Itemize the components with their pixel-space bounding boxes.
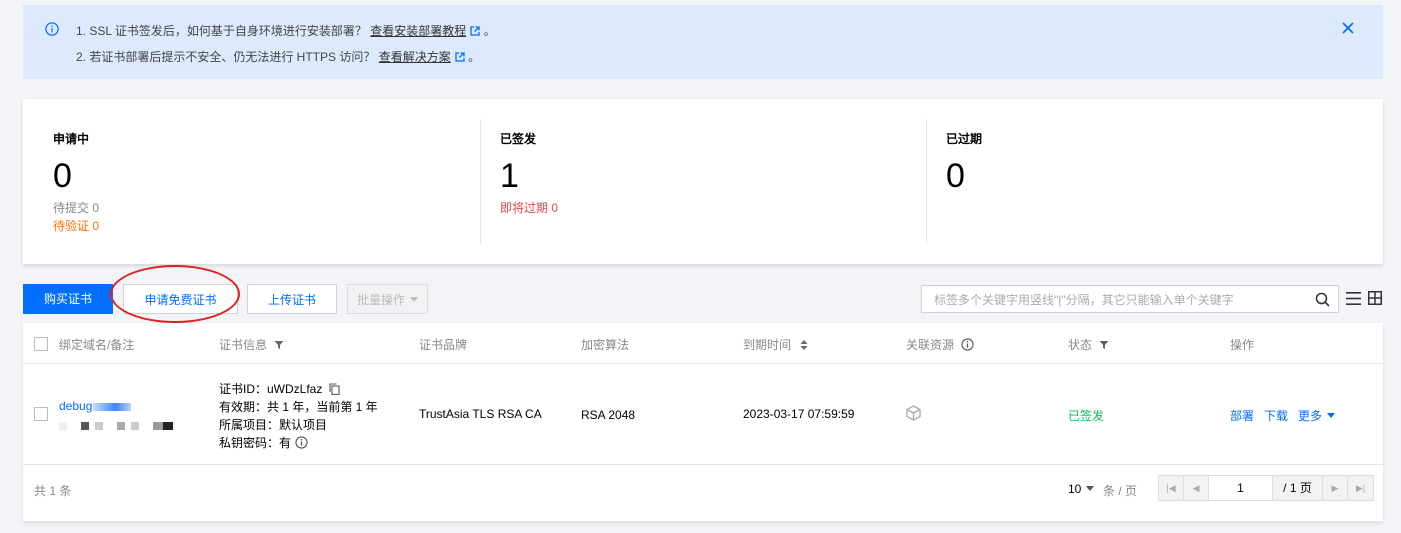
expire-cell: 2023-03-17 07:59:59 <box>743 407 855 421</box>
stat-pending-verify[interactable]: 待验证 0 <box>53 217 99 234</box>
stat-value: 0 <box>53 157 72 195</box>
solution-link[interactable]: 查看解决方案 <box>379 50 451 64</box>
page-input[interactable]: 1 <box>1209 476 1273 500</box>
cert-id: 证书ID：uWDzLfaz <box>219 380 340 397</box>
search-input[interactable] <box>932 291 1306 309</box>
batch-operation-dropdown[interactable]: 批量操作 <box>347 284 428 314</box>
select-all-checkbox[interactable] <box>34 337 48 351</box>
header-domain: 绑定域名/备注 <box>59 338 135 352</box>
more-dropdown[interactable]: 更多 <box>1298 409 1336 423</box>
close-icon[interactable] <box>1341 21 1355 35</box>
domain-cell: debug <box>59 399 132 413</box>
total-pages: / 1 页 <box>1273 476 1323 500</box>
notice-line-2: 2. 若证书部署后提示不安全、仍无法进行 HTTPS 访问？ 查看解决方案 。 <box>76 50 481 64</box>
notice-banner: 1. SSL 证书签发后，如何基于自身环境进行安装部署？ 查看安装部署教程 。 … <box>23 5 1383 79</box>
caret-down-icon <box>410 297 418 302</box>
stat-value: 0 <box>946 157 965 195</box>
next-page-button[interactable]: ▶ <box>1323 476 1348 500</box>
total-count: 共 1 条 <box>34 484 72 498</box>
stat-title: 已签发 <box>500 132 537 146</box>
grid-view-icon[interactable] <box>1368 291 1382 305</box>
download-link[interactable]: 下载 <box>1264 409 1288 423</box>
upload-certificate-button[interactable]: 上传证书 <box>247 284 337 314</box>
brand-cell: TrustAsia TLS RSA CA <box>419 407 542 421</box>
deploy-link[interactable]: 部署 <box>1230 409 1254 423</box>
prev-page-button[interactable]: ◀ <box>1184 476 1209 500</box>
stat-title: 申请中 <box>53 132 90 146</box>
redacted-block <box>93 402 132 411</box>
caret-down-icon <box>1086 486 1095 491</box>
header-algorithm: 加密算法 <box>581 338 630 352</box>
remark-cell <box>59 418 173 432</box>
header-status[interactable]: 状态 <box>1068 336 1109 353</box>
last-page-button[interactable]: ▶| <box>1348 476 1373 500</box>
per-page-label: 条 / 页 <box>1103 484 1138 498</box>
cert-private-key: 私钥密码：有 <box>219 434 308 451</box>
pagination: |◀ ◀ 1 / 1 页 ▶ ▶| <box>1158 475 1374 501</box>
stat-expiring-soon[interactable]: 即将过期 0 <box>500 199 558 216</box>
info-icon[interactable] <box>961 338 974 351</box>
filter-icon[interactable] <box>1099 340 1109 350</box>
stat-pending-submit[interactable]: 待提交 0 <box>53 199 99 216</box>
apply-free-certificate-button[interactable]: 申请免费证书 <box>123 284 238 314</box>
first-page-button[interactable]: |◀ <box>1159 476 1184 500</box>
copy-icon[interactable] <box>329 383 340 396</box>
cert-validity: 有效期：共 1 年，当前第 1 年 <box>219 400 378 414</box>
redacted-block <box>163 421 173 430</box>
algorithm-cell: RSA 2048 <box>581 408 636 422</box>
filter-icon[interactable] <box>274 340 284 350</box>
row-checkbox[interactable] <box>34 407 48 421</box>
header-resources: 关联资源 <box>906 336 974 353</box>
search-box <box>921 285 1339 313</box>
cert-project: 所属项目：默认项目 <box>219 418 328 432</box>
cube-icon[interactable] <box>906 405 921 421</box>
table-footer: 共 1 条 10 条 / 页 |◀ ◀ 1 / 1 页 ▶ ▶| <box>23 464 1383 521</box>
table-header: 绑定域名/备注 证书信息 证书品牌 加密算法 到期时间 关联资源 状态 操作 <box>23 323 1383 364</box>
search-icon[interactable] <box>1315 292 1330 307</box>
info-icon <box>45 22 59 36</box>
redacted-block <box>131 421 139 430</box>
list-view-icon[interactable] <box>1346 291 1361 306</box>
redacted-block <box>153 421 163 430</box>
redacted-block <box>95 421 103 430</box>
divider <box>480 119 481 244</box>
stats-panel: 申请中 0 待提交 0 待验证 0 已签发 1 即将过期 0 已过期 0 <box>23 99 1383 264</box>
header-actions: 操作 <box>1230 338 1255 352</box>
page-size-select[interactable]: 10 <box>1068 482 1095 496</box>
notice-line-1: 1. SSL 证书签发后，如何基于自身环境进行安装部署？ 查看安装部署教程 。 <box>76 24 496 38</box>
table-row: debug 证书ID：uWDzLfaz 有效期：共 1 年，当前第 1 年 所属… <box>23 364 1383 465</box>
actions-cell: 部署 下载 更多 <box>1230 407 1345 424</box>
divider <box>926 119 927 244</box>
certificate-table: 绑定域名/备注 证书信息 证书品牌 加密算法 到期时间 关联资源 状态 操作 d… <box>23 323 1383 521</box>
header-cert-info[interactable]: 证书信息 <box>219 336 284 353</box>
caret-down-icon <box>1327 413 1336 418</box>
header-expire[interactable]: 到期时间 <box>743 336 808 353</box>
header-brand: 证书品牌 <box>419 338 468 352</box>
stat-value: 1 <box>500 157 519 195</box>
status-badge: 已签发 <box>1068 409 1105 423</box>
external-link-icon <box>470 26 480 36</box>
stat-title: 已过期 <box>946 132 983 146</box>
redacted-block <box>81 421 89 430</box>
buy-certificate-button[interactable]: 购买证书 <box>23 284 113 314</box>
info-icon[interactable] <box>295 436 308 449</box>
domain-link[interactable]: debug <box>59 399 92 413</box>
sort-icon[interactable] <box>800 340 808 350</box>
redacted-block <box>59 421 67 430</box>
install-guide-link[interactable]: 查看安装部署教程 <box>370 24 466 38</box>
external-link-icon <box>455 52 465 62</box>
redacted-block <box>117 421 125 430</box>
